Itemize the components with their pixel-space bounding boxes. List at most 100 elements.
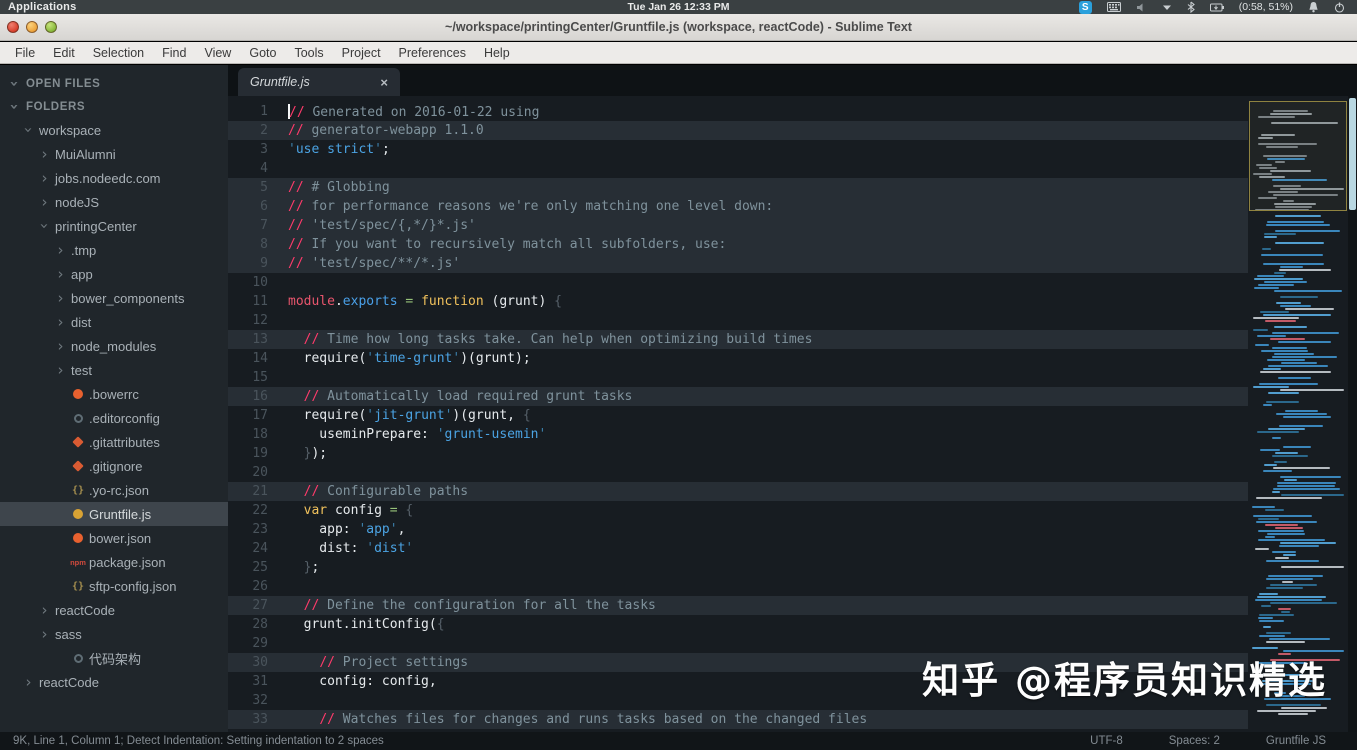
input-method-icon[interactable]: S bbox=[1079, 1, 1092, 14]
code-line-11[interactable]: 11module.exports = function (grunt) { bbox=[228, 292, 1248, 311]
code-line-8[interactable]: 8// If you want to recursively match all… bbox=[228, 235, 1248, 254]
line-number[interactable]: 26 bbox=[228, 579, 268, 594]
chevron-right-icon[interactable]: › bbox=[54, 340, 67, 352]
code-line-23[interactable]: 23 app: 'app', bbox=[228, 520, 1248, 539]
volume-muted-icon[interactable] bbox=[1136, 2, 1147, 13]
line-number[interactable]: 33 bbox=[228, 712, 268, 727]
line-number[interactable]: 27 bbox=[228, 598, 268, 613]
scrollbar-thumb[interactable] bbox=[1349, 98, 1356, 210]
line-number[interactable]: 32 bbox=[228, 693, 268, 708]
code-line-2[interactable]: 2// generator-webapp 1.1.0 bbox=[228, 121, 1248, 140]
tree-folder-node_modules[interactable]: ›node_modules bbox=[0, 334, 228, 358]
tree-folder-printingCenter[interactable]: ›printingCenter bbox=[0, 214, 228, 238]
chevron-down-icon[interactable]: › bbox=[23, 124, 35, 137]
line-number[interactable]: 6 bbox=[228, 199, 268, 214]
code-line-15[interactable]: 15 bbox=[228, 368, 1248, 387]
line-number[interactable]: 8 bbox=[228, 237, 268, 252]
code-line-18[interactable]: 18 useminPrepare: 'grunt-usemin' bbox=[228, 425, 1248, 444]
chevron-right-icon[interactable]: › bbox=[38, 604, 51, 616]
tree-file-.gitattributes[interactable]: .gitattributes bbox=[0, 430, 228, 454]
line-number[interactable]: 10 bbox=[228, 275, 268, 290]
tree-file-.yo-rc.json[interactable]: {}.yo-rc.json bbox=[0, 478, 228, 502]
chevron-right-icon[interactable]: › bbox=[38, 148, 51, 160]
tree-file-.gitignore[interactable]: .gitignore bbox=[0, 454, 228, 478]
chevron-down-icon[interactable]: › bbox=[39, 220, 51, 233]
menu-project[interactable]: Project bbox=[333, 44, 390, 62]
tree-folder-test[interactable]: ›test bbox=[0, 358, 228, 382]
tree-folder-dist[interactable]: ›dist bbox=[0, 310, 228, 334]
tree-file-package.json[interactable]: npmpackage.json bbox=[0, 550, 228, 574]
tree-folder-reactCode[interactable]: ›reactCode bbox=[0, 598, 228, 622]
line-number[interactable]: 13 bbox=[228, 332, 268, 347]
chevron-right-icon[interactable]: › bbox=[54, 244, 67, 256]
line-number[interactable]: 30 bbox=[228, 655, 268, 670]
code-line-24[interactable]: 24 dist: 'dist' bbox=[228, 539, 1248, 558]
code-line-6[interactable]: 6// for performance reasons we're only m… bbox=[228, 197, 1248, 216]
chevron-right-icon[interactable]: › bbox=[38, 628, 51, 640]
open-files-section-header[interactable]: › OPEN FILES bbox=[0, 72, 228, 95]
menu-help[interactable]: Help bbox=[475, 44, 519, 62]
line-number[interactable]: 31 bbox=[228, 674, 268, 689]
code-line-28[interactable]: 28 grunt.initConfig({ bbox=[228, 615, 1248, 634]
tree-file-.editorconfig[interactable]: .editorconfig bbox=[0, 406, 228, 430]
minimap-viewport[interactable] bbox=[1249, 101, 1347, 211]
line-number[interactable]: 5 bbox=[228, 180, 268, 195]
line-number[interactable]: 29 bbox=[228, 636, 268, 651]
power-icon[interactable] bbox=[1334, 2, 1345, 13]
line-number[interactable]: 15 bbox=[228, 370, 268, 385]
code-line-22[interactable]: 22 var config = { bbox=[228, 501, 1248, 520]
tab-close-icon[interactable]: × bbox=[380, 75, 388, 90]
code-line-25[interactable]: 25 }; bbox=[228, 558, 1248, 577]
menu-find[interactable]: Find bbox=[153, 44, 195, 62]
line-number[interactable]: 7 bbox=[228, 218, 268, 233]
code-line-4[interactable]: 4 bbox=[228, 159, 1248, 178]
code-line-7[interactable]: 7// 'test/spec/{,*/}*.js' bbox=[228, 216, 1248, 235]
code-line-12[interactable]: 12 bbox=[228, 311, 1248, 330]
line-number[interactable]: 28 bbox=[228, 617, 268, 632]
tree-folder-jobs.nodeedc.com[interactable]: ›jobs.nodeedc.com bbox=[0, 166, 228, 190]
tree-file-bower.json[interactable]: bower.json bbox=[0, 526, 228, 550]
tab-gruntfile[interactable]: Gruntfile.js × bbox=[238, 68, 400, 96]
tree-file-Gruntfile.js[interactable]: Gruntfile.js bbox=[0, 502, 228, 526]
line-number[interactable]: 18 bbox=[228, 427, 268, 442]
code-line-27[interactable]: 27 // Define the configuration for all t… bbox=[228, 596, 1248, 615]
code-line-14[interactable]: 14 require('time-grunt')(grunt); bbox=[228, 349, 1248, 368]
chevron-right-icon[interactable]: › bbox=[38, 172, 51, 184]
tree-folder-workspace[interactable]: ›workspace bbox=[0, 118, 228, 142]
code-line-10[interactable]: 10 bbox=[228, 273, 1248, 292]
code-line-16[interactable]: 16 // Automatically load required grunt … bbox=[228, 387, 1248, 406]
line-number[interactable]: 3 bbox=[228, 142, 268, 157]
line-number[interactable]: 2 bbox=[228, 123, 268, 138]
network-caret-icon[interactable] bbox=[1162, 4, 1172, 11]
tree-folder-bower_components[interactable]: ›bower_components bbox=[0, 286, 228, 310]
line-number[interactable]: 19 bbox=[228, 446, 268, 461]
chevron-right-icon[interactable]: › bbox=[54, 316, 67, 328]
menu-edit[interactable]: Edit bbox=[44, 44, 84, 62]
line-number[interactable]: 24 bbox=[228, 541, 268, 556]
chevron-right-icon[interactable]: › bbox=[22, 676, 35, 688]
chevron-right-icon[interactable]: › bbox=[54, 292, 67, 304]
status-syntax[interactable]: Gruntfile JS bbox=[1266, 735, 1326, 747]
menu-preferences[interactable]: Preferences bbox=[390, 44, 475, 62]
code-line-17[interactable]: 17 require('jit-grunt')(grunt, { bbox=[228, 406, 1248, 425]
code-line-9[interactable]: 9// 'test/spec/**/*.js' bbox=[228, 254, 1248, 273]
window-title-bar[interactable]: ~/workspace/printingCenter/Gruntfile.js … bbox=[0, 14, 1357, 41]
line-number[interactable]: 20 bbox=[228, 465, 268, 480]
menu-file[interactable]: File bbox=[6, 44, 44, 62]
code-line-13[interactable]: 13 // Time how long tasks take. Can help… bbox=[228, 330, 1248, 349]
line-number[interactable]: 14 bbox=[228, 351, 268, 366]
line-number[interactable]: 16 bbox=[228, 389, 268, 404]
line-number[interactable]: 21 bbox=[228, 484, 268, 499]
bluetooth-icon[interactable] bbox=[1187, 1, 1195, 13]
chevron-right-icon[interactable]: › bbox=[54, 364, 67, 376]
line-number[interactable]: 25 bbox=[228, 560, 268, 575]
code-line-26[interactable]: 26 bbox=[228, 577, 1248, 596]
line-number[interactable]: 1 bbox=[228, 104, 268, 119]
code-line-5[interactable]: 5// # Globbing bbox=[228, 178, 1248, 197]
code-area[interactable]: 1// Generated on 2016-01-22 using2// gen… bbox=[228, 96, 1357, 732]
menu-goto[interactable]: Goto bbox=[240, 44, 285, 62]
line-number[interactable]: 12 bbox=[228, 313, 268, 328]
battery-icon[interactable] bbox=[1210, 3, 1224, 12]
tree-folder-MuiAlumni[interactable]: ›MuiAlumni bbox=[0, 142, 228, 166]
keyboard-icon[interactable] bbox=[1107, 2, 1121, 12]
